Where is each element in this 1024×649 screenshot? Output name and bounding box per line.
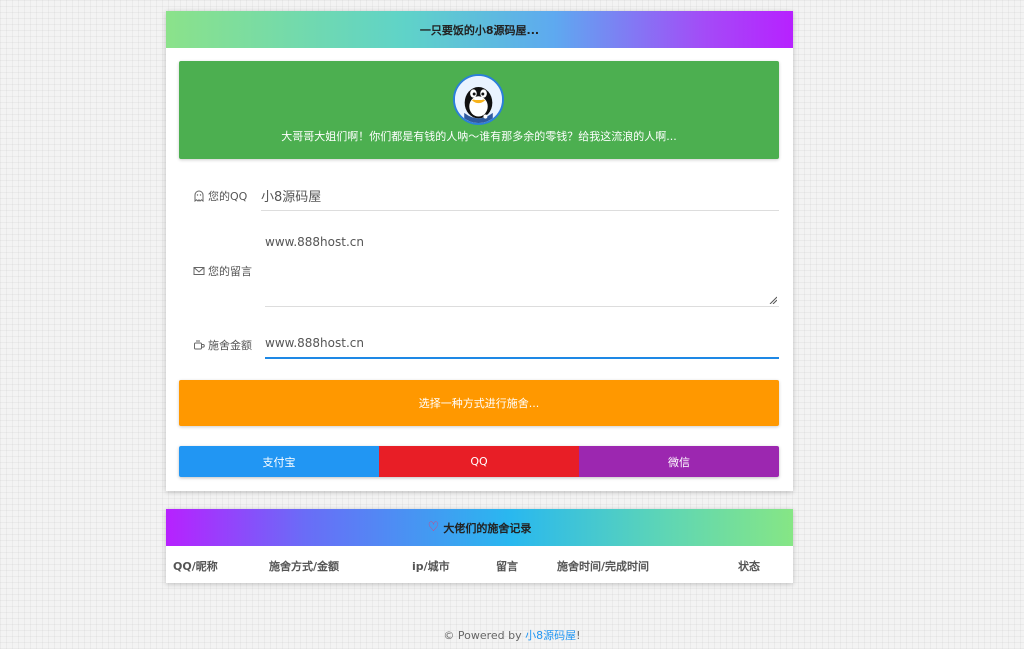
amount-label-text: 施舍金额 xyxy=(208,339,252,352)
banner-card: 大哥哥大姐们啊！你们都是有钱的人呐～谁有那多余的零钱？给我这流浪的人啊... xyxy=(179,61,779,159)
choose-payment-button[interactable]: 选择一种方式进行施舍... xyxy=(179,380,779,426)
qq-label-text: 您的QQ xyxy=(208,190,248,203)
column-header-ip: ip/城市 xyxy=(412,560,450,573)
qq-label: 您的QQ xyxy=(193,188,247,204)
alipay-button[interactable]: 支付宝 xyxy=(179,446,379,477)
records-panel: ♡ 大佬们的施舍记录 QQ/昵称 施舍方式/金额 ip/城市 留言 施舍时间/完… xyxy=(166,509,793,583)
message-label: 您的留言 xyxy=(193,263,252,279)
message-textarea[interactable]: www.888host.cn xyxy=(265,229,779,307)
footer-suffix: ! xyxy=(576,629,581,642)
message-label-text: 您的留言 xyxy=(208,265,252,278)
payment-methods: 支付宝 QQ 微信 xyxy=(179,446,779,477)
column-header-time: 施舍时间/完成时间 xyxy=(557,560,650,573)
footer: © Powered by 小8源码屋! xyxy=(0,627,1024,643)
banner-message: 大哥哥大姐们啊！你们都是有钱的人呐～谁有那多余的零钱？给我这流浪的人啊... xyxy=(281,130,677,143)
cup-icon xyxy=(194,340,205,350)
records-title: 大佬们的施舍记录 xyxy=(443,521,532,535)
column-header-qq: QQ/昵称 xyxy=(173,560,218,573)
donation-panel: 一只要饭的小8源码屋... 大哥哥大姐们啊！你们都是有钱的人呐～谁有那多余的零钱… xyxy=(166,11,793,491)
penguin-avatar-icon xyxy=(453,74,504,125)
envelope-icon xyxy=(193,267,205,275)
footer-prefix: © Powered by xyxy=(443,629,526,642)
heart-icon: ♡ xyxy=(427,520,440,535)
page-title: 一只要饭的小8源码屋... xyxy=(166,11,793,48)
wechat-pay-button[interactable]: 微信 xyxy=(579,446,779,477)
column-header-method: 施舍方式/金额 xyxy=(269,560,340,573)
column-header-status: 状态 xyxy=(738,560,760,573)
resize-handle-icon[interactable] xyxy=(769,296,777,304)
qq-pay-button[interactable]: QQ xyxy=(379,446,579,477)
ghost-icon xyxy=(194,190,204,202)
amount-input[interactable] xyxy=(265,329,779,359)
amount-label: 施舍金额 xyxy=(193,337,252,353)
qq-input[interactable] xyxy=(261,181,779,211)
records-header: ♡ 大佬们的施舍记录 xyxy=(166,509,793,546)
footer-link[interactable]: 小8源码屋 xyxy=(525,629,576,642)
column-header-message: 留言 xyxy=(496,560,518,573)
